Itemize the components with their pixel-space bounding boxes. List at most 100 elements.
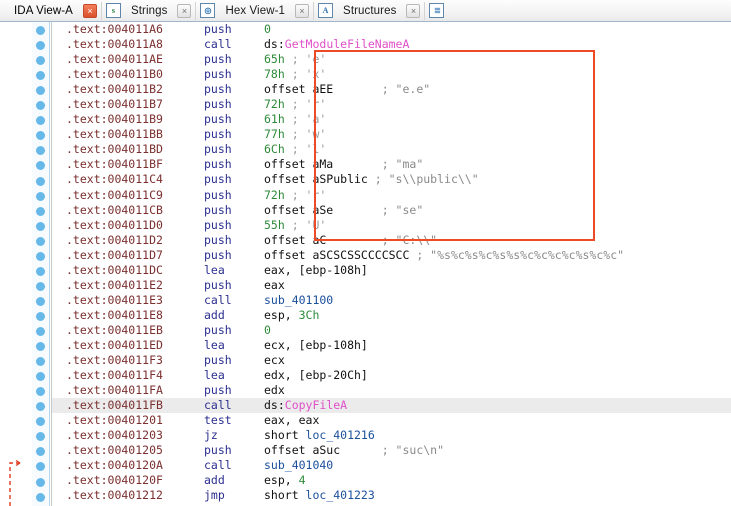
graph-node-dot[interactable] — [36, 251, 45, 261]
disasm-row[interactable]: .text:004011DC lea eax, [ebp-108h] — [52, 263, 731, 278]
disasm-row[interactable]: .text:004011D2 push offset aC ; "C:\\" — [52, 233, 731, 248]
disasm-row[interactable]: .text:004011C9 push 72h ; 'r' — [52, 188, 731, 203]
instruction-mnemonic: push — [204, 157, 232, 172]
instruction-operands: edx, [ebp-20Ch] — [264, 368, 368, 383]
graph-node-dot[interactable] — [36, 86, 45, 96]
disasm-row[interactable]: .text:004011E8 add esp, 3Ch — [52, 308, 731, 323]
graph-node-dot[interactable] — [36, 432, 45, 442]
instruction-mnemonic: lea — [204, 337, 225, 352]
operand-token: ; 'r' — [284, 187, 327, 202]
operand-token: ; 'e' — [284, 52, 327, 67]
graph-overview-dot-column[interactable] — [32, 22, 50, 506]
operand-token: ; "C:\\" — [326, 232, 438, 247]
close-icon[interactable]: × — [82, 3, 97, 18]
graph-node-dot[interactable] — [36, 56, 45, 66]
graph-node-dot[interactable] — [36, 417, 45, 427]
operand-token[interactable]: loc_401223 — [306, 488, 375, 502]
disasm-row[interactable]: .text:004011C4 push offset aSPublic ; "s\\… — [52, 172, 731, 187]
operand-token: ; "se" — [333, 202, 424, 217]
graph-node-dot[interactable] — [36, 71, 45, 81]
enums-icon: ≣ — [429, 3, 445, 18]
disasm-row[interactable]: .text:004011B2 push offset aEE ; "e.e" — [52, 82, 731, 97]
disasm-row[interactable]: .text:004011BD push 6Ch ; 'l' — [52, 142, 731, 157]
disasm-row[interactable]: .text:004011B0 push 78h ; 'x' — [52, 67, 731, 82]
disasm-row[interactable]: .text:004011BB push 77h ; 'w' — [52, 127, 731, 142]
disassembly-listing[interactable]: .text:004011A6 push 0 .text:004011A8 call ds:… — [51, 22, 731, 506]
disasm-row[interactable]: .text:004011A6 push 0 — [52, 22, 731, 37]
disasm-row[interactable]: .text:004011F4 lea edx, [ebp-20Ch] — [52, 368, 731, 383]
operand-token[interactable]: sub_401100 — [264, 293, 333, 307]
tab-ida-view-a[interactable]: IDA View-A × — [0, 0, 101, 22]
graph-node-dot[interactable] — [36, 191, 45, 201]
tab-hex-view-1[interactable]: ◎ Hex View-1 × — [196, 0, 313, 22]
instruction-mnemonic: push — [204, 353, 232, 368]
instruction-operands: offset aSCSCSSCCCCSCC ; "%s%c%s%c%s%s%c%… — [264, 248, 624, 263]
disasm-row[interactable]: .text:004011A8 call ds:GetModuleFileNameA — [52, 37, 731, 52]
graph-node-dot[interactable] — [36, 146, 45, 156]
graph-node-dot[interactable] — [36, 41, 45, 51]
tab-enums-icon[interactable]: ≣ — [425, 0, 448, 22]
disasm-row[interactable]: .text:004011ED lea ecx, [ebp-108h] — [52, 338, 731, 353]
disasm-row[interactable]: .text:004011F3 push ecx — [52, 353, 731, 368]
instruction-mnemonic: push — [204, 112, 232, 127]
disasm-row[interactable]: .text:004011B9 push 61h ; 'a' — [52, 112, 731, 127]
graph-node-dot[interactable] — [36, 131, 45, 141]
instruction-address: .text:004011E2 — [66, 277, 163, 292]
graph-node-dot[interactable] — [36, 387, 45, 397]
disasm-row[interactable]: .text:004011D0 push 55h ; 'U' — [52, 218, 731, 233]
disasm-row[interactable]: .text:00401205 push offset aSuc ; "suc\n" — [52, 443, 731, 458]
disasm-row[interactable]: .text:004011BF push offset aMa ; "ma" — [52, 157, 731, 172]
graph-node-dot[interactable] — [36, 101, 45, 111]
operand-token: ; 'l' — [284, 142, 327, 157]
disasm-row[interactable]: .text:004011B7 push 72h ; 'r' — [52, 97, 731, 112]
disasm-row[interactable]: .text:00401212 jmp short loc_401223 — [52, 488, 731, 503]
graph-node-dot[interactable] — [36, 372, 45, 382]
graph-node-dot[interactable] — [36, 296, 45, 306]
instruction-mnemonic: call — [204, 37, 232, 52]
graph-node-dot[interactable] — [36, 462, 45, 472]
graph-node-dot[interactable] — [36, 26, 45, 35]
close-icon[interactable]: × — [295, 3, 310, 18]
disasm-row[interactable]: .text:004011EB push 0 — [52, 323, 731, 338]
graph-node-dot[interactable] — [36, 236, 45, 246]
graph-node-dot[interactable] — [36, 221, 45, 231]
operand-token[interactable]: loc_401216 — [306, 428, 375, 442]
instruction-operands: edx — [264, 383, 285, 398]
disasm-row[interactable]: .text:0040120F add esp, 4 — [52, 473, 731, 488]
graph-node-dot[interactable] — [36, 477, 45, 487]
graph-node-dot[interactable] — [36, 327, 45, 336]
instruction-mnemonic: push — [204, 247, 232, 262]
graph-node-dot[interactable] — [36, 161, 45, 171]
disasm-row[interactable]: .text:004011CB push offset aSe ; "se" — [52, 203, 731, 218]
operand-token[interactable]: GetModuleFileNameA — [285, 37, 410, 51]
graph-node-dot[interactable] — [36, 206, 45, 216]
graph-node-dot[interactable] — [36, 342, 45, 352]
instruction-mnemonic: lea — [204, 368, 225, 383]
disasm-row[interactable]: .text:004011D7 push offset aSCSCSSCCCCSCC … — [52, 248, 731, 263]
operand-token: offset aSuc — [264, 443, 341, 458]
instruction-address: .text:004011D7 — [66, 247, 163, 262]
graph-node-dot[interactable] — [36, 176, 45, 186]
close-icon[interactable]: × — [177, 3, 192, 18]
tab-structures[interactable]: A Structures × — [314, 0, 424, 22]
disasm-row[interactable]: .text:00401201 test eax, eax — [52, 413, 731, 428]
disasm-row[interactable]: .text:004011E2 push eax — [52, 278, 731, 293]
tab-strings[interactable]: s Strings × — [102, 0, 196, 22]
graph-node-dot[interactable] — [36, 402, 45, 412]
disasm-row[interactable]: .text:004011FA push edx — [52, 383, 731, 398]
disasm-row[interactable]: .text:004011E3 call sub_401100 — [52, 293, 731, 308]
graph-node-dot[interactable] — [36, 357, 45, 367]
graph-node-dot[interactable] — [36, 311, 45, 321]
disasm-row[interactable]: .text:004011AE push 65h ; 'e' — [52, 52, 731, 67]
disasm-row[interactable]: .text:0040120A call sub_401040 — [52, 458, 731, 473]
graph-node-dot[interactable] — [36, 116, 45, 126]
graph-node-dot[interactable] — [36, 447, 45, 457]
operand-token[interactable]: CopyFileA — [285, 398, 347, 412]
disasm-row[interactable]: .text:004011FB call ds:CopyFileA — [52, 398, 731, 414]
graph-node-dot[interactable] — [36, 492, 45, 502]
close-icon[interactable]: × — [406, 3, 421, 18]
operand-token[interactable]: sub_401040 — [264, 458, 333, 472]
graph-node-dot[interactable] — [36, 266, 45, 276]
graph-node-dot[interactable] — [36, 281, 45, 291]
disasm-row[interactable]: .text:00401203 jz short loc_401216 — [52, 428, 731, 443]
